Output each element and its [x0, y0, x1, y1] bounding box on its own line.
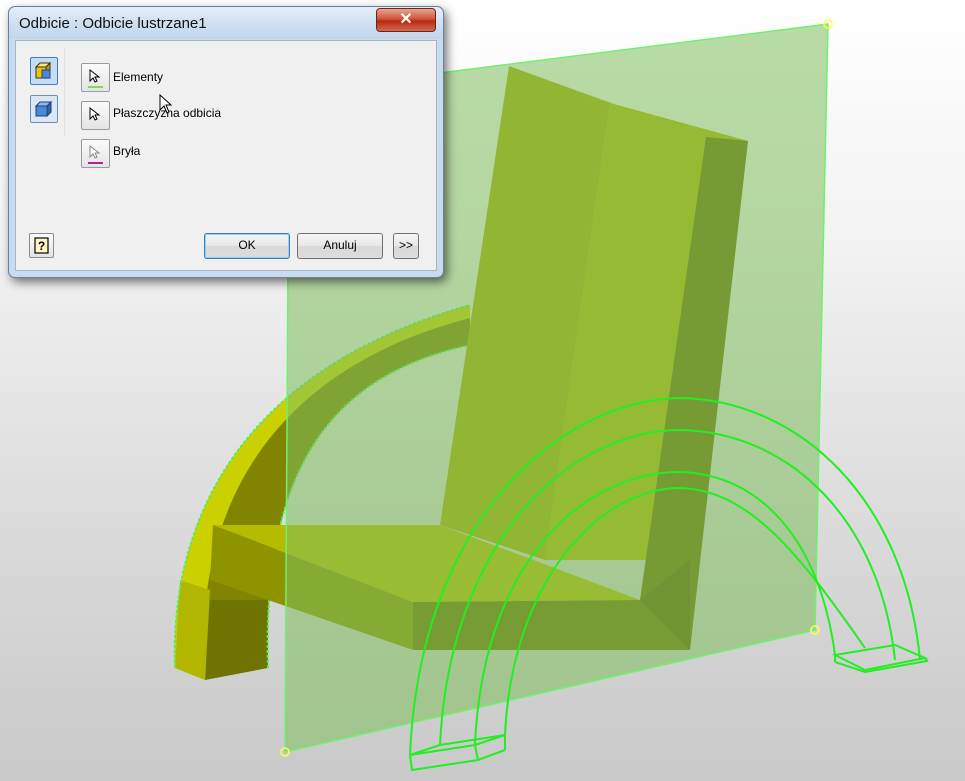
mouse-cursor-icon	[159, 94, 173, 114]
dialog-title: Odbicie : Odbicie lustrzane1	[19, 15, 207, 32]
select-arrow-icon	[89, 145, 101, 159]
solid-label: Bryła	[113, 144, 141, 158]
mirror-plane-select-button[interactable]	[81, 101, 110, 130]
mirror-features-icon[interactable]	[30, 57, 58, 85]
mirror-solid-icon[interactable]	[30, 95, 58, 123]
solid-select-button[interactable]	[81, 139, 110, 168]
mode-tabs	[24, 49, 65, 135]
dialog-body: Elementy Płaszczyzna odbicia Bryła ? OK …	[15, 40, 437, 271]
elements-select-button[interactable]	[81, 63, 110, 92]
elements-label: Elementy	[113, 70, 164, 84]
select-arrow-icon	[89, 107, 101, 121]
help-button[interactable]: ?	[29, 233, 54, 258]
ok-button[interactable]: OK	[204, 233, 290, 259]
select-arrow-icon	[89, 69, 101, 83]
dialog-titlebar[interactable]: Odbicie : Odbicie lustrzane1 ✕	[9, 7, 443, 39]
mirror-dialog: Odbicie : Odbicie lustrzane1 ✕ Elementy …	[8, 6, 444, 278]
close-button[interactable]: ✕	[376, 8, 436, 32]
svg-text:?: ?	[38, 239, 45, 253]
more-options-button[interactable]: >>	[393, 233, 419, 259]
help-icon: ?	[34, 237, 49, 254]
cancel-button[interactable]: Anuluj	[297, 233, 383, 259]
